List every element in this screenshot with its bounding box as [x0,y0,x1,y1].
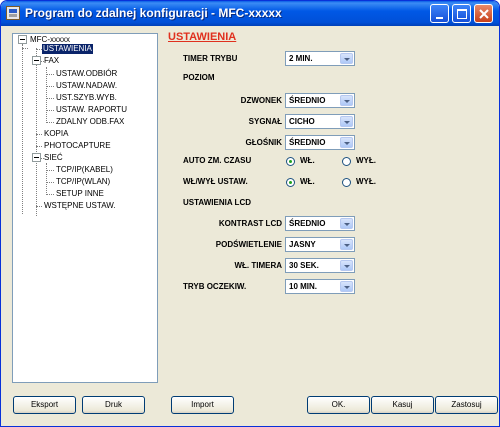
sygnal-label: SYGNAŁ [248,117,282,126]
tree-item-setup-inne[interactable]: SETUP INNE [56,189,104,199]
dropdown-arrow-icon[interactable] [340,239,353,250]
maximize-button[interactable] [452,4,471,23]
timer-trybu-label: TIMER TRYBU [183,54,238,63]
tree-line [46,163,47,195]
window-title: Program do zdalnej konfiguracji - MFC-xx… [25,6,282,20]
podswietlenie-value: JASNY [289,240,316,249]
tree-item-ustaw-raportu[interactable]: USTAW. RAPORTU [56,105,127,115]
tree-item-tcp-kabel[interactable]: TCP/IP(KABEL) [56,165,113,175]
tree-item-kopia[interactable]: KOPIA [44,129,68,139]
tree-line [46,110,54,111]
podswietlenie-label: PODŚWIETLENIE [215,240,282,249]
tree-item-photocapture[interactable]: PHOTOCAPTURE [44,141,111,151]
timer-trybu-select[interactable]: 2 MIN. [285,51,355,66]
ustawienia-lcd-label: USTAWIENIA LCD [183,198,251,207]
tree-item-ustaw-odbior[interactable]: USTAW.ODBIÓR [56,69,117,79]
minimize-icon [436,17,443,19]
zastosuj-button[interactable]: Zastosuj [435,396,498,414]
tree-item-tcp-wlan[interactable]: TCP/IP(WLAN) [56,177,110,187]
kontrast-lcd-value: ŚREDNIO [289,219,326,228]
section-title: USTAWIENIA [168,31,237,43]
wl-timera-value: 30 SEK. [289,261,319,270]
tree-item-siec[interactable]: SIEĆ [44,153,63,163]
glosnik-value: ŚREDNIO [289,138,326,147]
druk-button[interactable]: Druk [82,396,145,414]
wl-wyl-ustaw-off-label[interactable]: WYŁ. [356,177,376,187]
collapse-root-icon[interactable] [18,35,27,44]
maximize-icon [457,9,467,19]
dropdown-arrow-icon[interactable] [340,137,353,148]
title-bar[interactable]: Program do zdalnej konfiguracji - MFC-xx… [1,1,499,26]
auto-zm-czasu-on-label[interactable]: WŁ. [300,156,315,166]
tree-line [46,74,54,75]
dropdown-arrow-icon[interactable] [340,218,353,229]
auto-zm-czasu-off-label[interactable]: WYŁ. [356,156,376,166]
eksport-button[interactable]: Eksport [13,396,76,414]
collapse-fax-icon[interactable] [32,56,41,65]
tree-item-ustawienia[interactable]: USTAWIENIA [42,44,93,54]
tryb-oczekiw-value: 10 MIN. [289,282,318,291]
tree-item-fax[interactable]: FAX [44,56,59,66]
wl-timera-select[interactable]: 30 SEK. [285,258,355,273]
app-window: Program do zdalnej konfiguracji - MFC-xx… [0,0,500,427]
app-icon [6,6,20,20]
kontrast-lcd-select[interactable]: ŚREDNIO [285,216,355,231]
tree-item-zdalny-odb-fax[interactable]: ZDALNY ODB.FAX [56,117,124,127]
wl-timera-label: WŁ. TIMERA [234,261,282,270]
dropdown-arrow-icon[interactable] [340,53,353,64]
tree-line [46,122,54,123]
wl-wyl-ustaw-on-radio[interactable] [286,178,295,187]
dzwonek-select[interactable]: ŚREDNIO [285,93,355,108]
poziom-label: POZIOM [183,73,215,82]
tree-line [22,44,23,214]
ok-button[interactable]: OK. [307,396,370,414]
tryb-oczekiw-select[interactable]: 10 MIN. [285,279,355,294]
tree-line [46,170,54,171]
close-icon [479,9,489,19]
close-button[interactable] [474,4,493,23]
dropdown-arrow-icon[interactable] [340,260,353,271]
auto-zm-czasu-off-radio[interactable] [342,157,351,166]
tree-line [36,206,42,207]
tree-line [46,182,54,183]
sygnal-select[interactable]: CICHO [285,114,355,129]
settings-tree[interactable]: MFC-xxxxx USTAWIENIA FAX USTAW.ODBIÓR US… [12,33,158,383]
dropdown-arrow-icon[interactable] [340,281,353,292]
wl-wyl-ustaw-off-radio[interactable] [342,178,351,187]
kontrast-lcd-label: KONTRAST LCD [218,219,282,228]
sygnal-value: CICHO [289,117,315,126]
dzwonek-value: ŚREDNIO [289,96,326,105]
tree-line [46,67,47,123]
dropdown-arrow-icon[interactable] [340,116,353,127]
wl-wyl-ustaw-label: WŁ/WYŁ USTAW. [183,177,248,186]
glosnik-select[interactable]: ŚREDNIO [285,135,355,150]
kasuj-button[interactable]: Kasuj [371,396,434,414]
collapse-siec-icon[interactable] [32,153,41,162]
minimize-button[interactable] [430,4,449,23]
dzwonek-label: DZWONEK [240,96,282,105]
podswietlenie-select[interactable]: JASNY [285,237,355,252]
tree-line [46,98,54,99]
tree-line [36,48,37,216]
tree-line [22,48,28,49]
tree-line [46,194,54,195]
glosnik-label: GŁOŚNIK [245,138,282,147]
tree-item-wstepne-ustaw[interactable]: WSTĘPNE USTAW. [44,201,116,211]
tree-line [36,134,42,135]
tree-line [36,146,42,147]
tree-item-ust-szyb-wyb[interactable]: UST.SZYB.WYB. [56,93,117,103]
auto-zm-czasu-on-radio[interactable] [286,157,295,166]
dropdown-arrow-icon[interactable] [340,95,353,106]
import-button[interactable]: Import [171,396,234,414]
wl-wyl-ustaw-on-label[interactable]: WŁ. [300,177,315,187]
tree-line [46,86,54,87]
tree-item-ustaw-nadaw[interactable]: USTAW.NADAW. [56,81,117,91]
auto-zm-czasu-label: AUTO ZM. CZASU [183,156,252,165]
tryb-oczekiw-label: TRYB OCZEKIW. [183,282,247,291]
timer-trybu-value: 2 MIN. [289,54,313,63]
